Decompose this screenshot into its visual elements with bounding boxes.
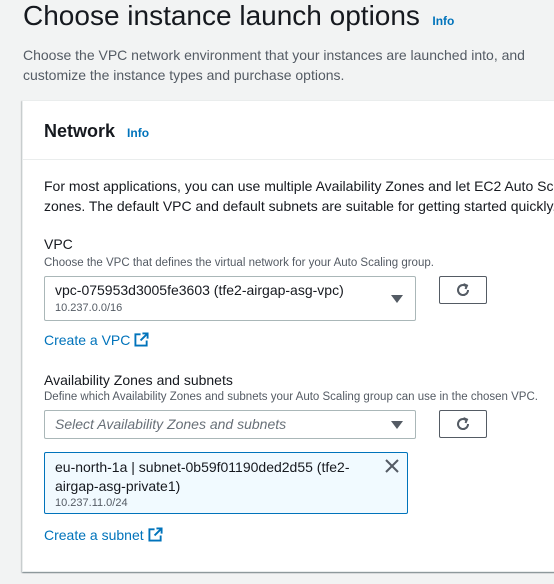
network-info-link[interactable]: Info — [127, 126, 149, 140]
subnets-select[interactable]: Select Availability Zones and subnets — [44, 410, 416, 439]
subnets-refresh-button[interactable] — [439, 410, 487, 438]
refresh-icon — [457, 283, 470, 296]
vpc-description: Choose the VPC that defines the virtual … — [44, 257, 434, 269]
create-vpc-link[interactable]: Create a VPC — [44, 332, 149, 348]
page-info-link[interactable]: Info — [432, 14, 454, 28]
page-description: Choose the VPC network environment that … — [23, 47, 525, 83]
network-panel: Network Info For most applications, you … — [22, 100, 554, 572]
network-panel-title-row: Network Info — [44, 121, 149, 142]
vpc-label: VPC — [44, 236, 73, 252]
network-title: Network — [44, 121, 116, 141]
caret-down-icon — [391, 295, 403, 303]
subnets-placeholder: Select Availability Zones and subnets — [55, 416, 287, 432]
create-subnet-link[interactable]: Create a subnet — [44, 527, 163, 543]
vpc-refresh-button[interactable] — [439, 276, 487, 304]
page-header: Choose instance launch options Info — [23, 0, 454, 32]
subnet-token-cidr: 10.237.11.0/24 — [55, 497, 128, 509]
vpc-selected-cidr: 10.237.0.0/16 — [55, 302, 123, 314]
external-link-icon — [148, 527, 163, 542]
create-subnet-label: Create a subnet — [44, 527, 144, 543]
subnets-label: Availability Zones and subnets — [44, 372, 233, 388]
network-intro-line2: zones. The default VPC and default subne… — [44, 198, 554, 214]
refresh-icon — [457, 417, 470, 430]
close-icon[interactable] — [384, 458, 400, 474]
vpc-selected-value: vpc-075953d3005fe3603 (tfe2-airgap-asg-v… — [55, 282, 344, 298]
create-vpc-label: Create a VPC — [44, 332, 131, 348]
subnet-token: eu-north-1a | subnet-0b59f01190ded2d55 (… — [44, 452, 408, 514]
external-link-icon — [134, 332, 149, 347]
page-title: Choose instance launch options — [23, 0, 420, 31]
vpc-select[interactable]: vpc-075953d3005fe3603 (tfe2-airgap-asg-v… — [44, 276, 416, 321]
network-intro: For most applications, you can use multi… — [44, 176, 554, 216]
launch-options-page: Choose instance launch options Info Choo… — [0, 0, 554, 584]
subnet-token-label: eu-north-1a | subnet-0b59f01190ded2d55 (… — [55, 459, 350, 494]
subnets-description: Define which Availability Zones and subn… — [44, 391, 538, 403]
caret-down-icon — [391, 421, 403, 429]
network-panel-header: Network Info — [23, 101, 554, 160]
network-intro-line1: For most applications, you can use multi… — [44, 178, 554, 194]
